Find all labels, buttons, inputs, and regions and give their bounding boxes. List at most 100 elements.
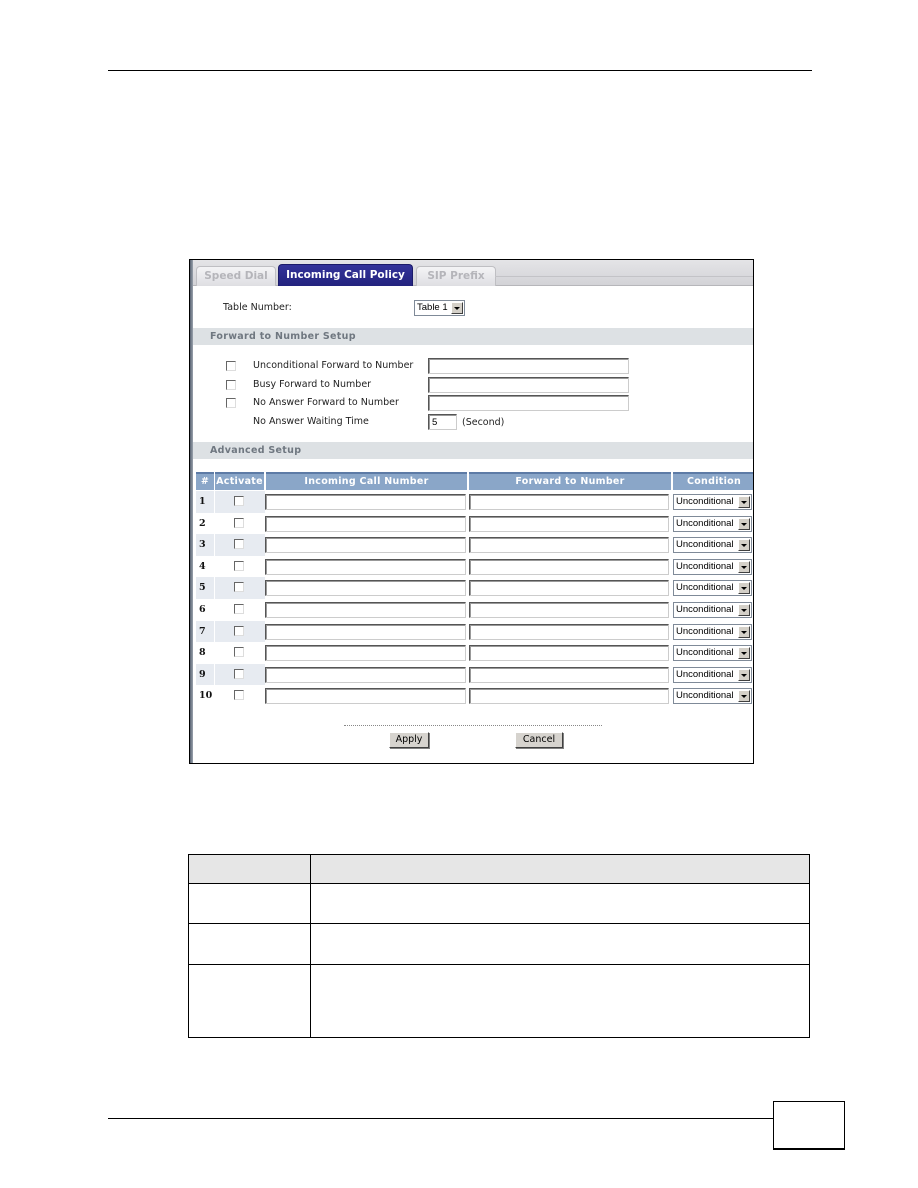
cancel-button[interactable]: Cancel	[515, 732, 563, 748]
row-index: 10	[199, 690, 213, 702]
activate-checkbox[interactable]	[234, 539, 244, 550]
activate-checkbox[interactable]	[234, 625, 244, 636]
condition-select[interactable]: Unconditional	[673, 515, 752, 532]
table-row	[188, 964, 810, 1038]
waiting-time-input[interactable]	[428, 414, 457, 430]
activate-checkbox[interactable]	[234, 560, 244, 571]
table-row: 4 Unconditional	[193, 556, 753, 578]
condition-select[interactable]: Unconditional	[673, 645, 752, 662]
busy-forward-label: Busy Forward to Number	[253, 379, 372, 390]
no-answer-forward-input[interactable]	[428, 395, 629, 411]
condition-select[interactable]: Unconditional	[673, 494, 752, 510]
condition-value: Unconditional	[676, 517, 734, 529]
condition-select[interactable]: Unconditional	[673, 537, 752, 554]
advanced-table-header: # Activate Incoming Call Number Forward …	[193, 472, 753, 490]
table-row: 9 Unconditional	[193, 663, 753, 686]
tab-sip-prefix[interactable]: SIP Prefix	[416, 266, 496, 286]
chevron-down-icon	[738, 582, 750, 595]
tab-speed-dial[interactable]: Speed Dial	[196, 266, 276, 286]
table-row: 2 Unconditional	[193, 513, 753, 535]
busy-forward-checkbox[interactable]	[226, 380, 236, 390]
activate-checkbox[interactable]	[234, 690, 244, 701]
forward-to-number-input[interactable]	[469, 688, 669, 705]
condition-select[interactable]: Unconditional	[673, 623, 752, 640]
column-header-index: #	[196, 472, 214, 490]
incoming-call-number-input[interactable]	[265, 688, 466, 705]
forward-to-number-input[interactable]	[469, 537, 669, 554]
activate-checkbox[interactable]	[234, 604, 244, 614]
forward-to-number-input[interactable]	[469, 580, 669, 597]
incoming-call-number-input[interactable]	[265, 558, 466, 575]
description-cell-text	[310, 883, 810, 924]
busy-forward-input[interactable]	[428, 377, 629, 393]
activate-checkbox[interactable]	[234, 496, 244, 506]
condition-value: Unconditional	[676, 539, 734, 551]
row-index: 6	[199, 604, 206, 615]
description-header-label	[188, 854, 311, 884]
incoming-call-number-input[interactable]	[265, 537, 466, 554]
condition-select[interactable]: Unconditional	[673, 602, 752, 618]
activate-checkbox[interactable]	[234, 647, 244, 658]
table-row: 5 Unconditional	[193, 577, 753, 599]
chevron-down-icon	[738, 560, 750, 573]
incoming-call-number-input[interactable]	[265, 494, 466, 510]
chevron-down-icon	[738, 517, 750, 530]
row-index: 3	[196, 534, 214, 556]
incoming-call-number-input[interactable]	[265, 666, 466, 683]
unconditional-forward-checkbox[interactable]	[226, 361, 236, 371]
chevron-down-icon	[738, 496, 750, 508]
forward-to-number-input[interactable]	[469, 558, 669, 575]
forward-to-number-input[interactable]	[469, 602, 669, 618]
unconditional-forward-input[interactable]	[428, 358, 629, 374]
waiting-time-label: No Answer Waiting Time	[253, 416, 369, 427]
activate-checkbox[interactable]	[234, 668, 244, 679]
tab-incoming-call-policy[interactable]: Incoming Call Policy	[278, 264, 413, 286]
column-header-incoming-call-number: Incoming Call Number	[266, 472, 467, 490]
forward-to-number-input[interactable]	[469, 645, 669, 662]
condition-value: Unconditional	[676, 604, 734, 615]
forward-to-number-input[interactable]	[469, 494, 669, 510]
chevron-down-icon	[738, 625, 750, 638]
table-row: 1 Unconditional	[193, 491, 753, 513]
incoming-call-number-input[interactable]	[265, 645, 466, 662]
forward-to-number-input[interactable]	[469, 623, 669, 640]
description-cell-label	[188, 964, 311, 1038]
forward-to-number-input[interactable]	[469, 515, 669, 532]
incoming-call-number-input[interactable]	[265, 515, 466, 532]
apply-button[interactable]: Apply	[389, 732, 429, 748]
row-index: 9	[196, 663, 214, 686]
chevron-down-icon	[738, 668, 750, 681]
incoming-call-number-input[interactable]	[265, 623, 466, 640]
condition-value: Unconditional	[676, 690, 734, 702]
no-answer-forward-label: No Answer Forward to Number	[253, 397, 399, 408]
condition-value: Unconditional	[676, 496, 734, 507]
button-divider	[344, 725, 602, 726]
condition-select[interactable]: Unconditional	[673, 666, 752, 683]
description-cell-label	[188, 923, 311, 965]
incoming-call-number-input[interactable]	[265, 580, 466, 597]
row-index: 1	[196, 491, 214, 513]
table-number-value: Table 1	[417, 302, 448, 313]
row-index: 5	[196, 577, 214, 599]
condition-select[interactable]: Unconditional	[673, 580, 752, 597]
activate-checkbox[interactable]	[234, 517, 244, 528]
forward-to-number-input[interactable]	[469, 666, 669, 683]
table-row: 3 Unconditional	[193, 534, 753, 556]
description-header-description	[310, 854, 810, 884]
forward-setup-section-title: Forward to Number Setup	[193, 328, 753, 345]
table-number-select[interactable]: Table 1	[414, 300, 465, 316]
tab-bar: Speed Dial Incoming Call Policy SIP Pref…	[190, 260, 753, 286]
condition-select[interactable]: Unconditional	[673, 558, 752, 575]
incoming-call-policy-screenshot: Speed Dial Incoming Call Policy SIP Pref…	[189, 259, 754, 764]
row-index: 2	[199, 517, 206, 529]
table-row: 10 Unconditional	[193, 685, 753, 707]
activate-checkbox[interactable]	[234, 582, 244, 593]
condition-select[interactable]: Unconditional	[673, 688, 752, 705]
chevron-down-icon	[738, 539, 750, 552]
table-row: 7 Unconditional	[193, 620, 753, 643]
no-answer-forward-checkbox[interactable]	[226, 398, 236, 408]
table-row: 6 Unconditional	[193, 599, 753, 621]
chevron-down-icon	[738, 604, 750, 616]
incoming-call-number-input[interactable]	[265, 602, 466, 618]
condition-value: Unconditional	[676, 668, 734, 680]
